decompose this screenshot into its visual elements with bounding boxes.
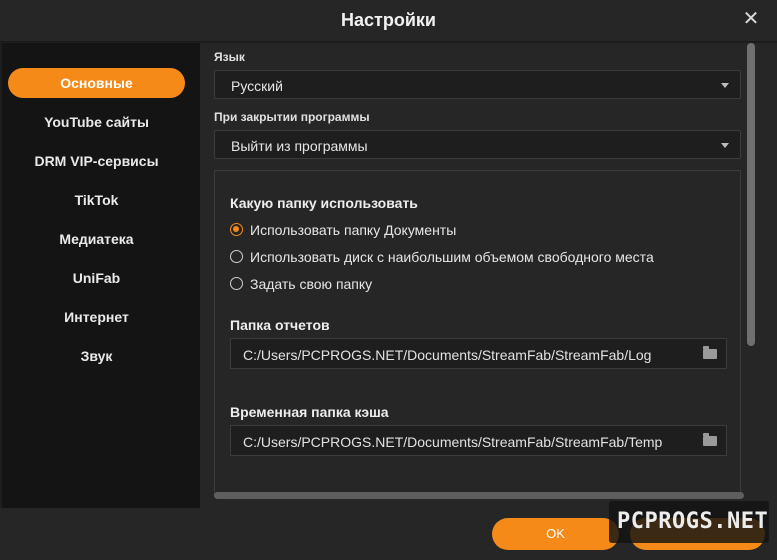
ok-button[interactable]: OK bbox=[492, 518, 619, 550]
radio-label: Использовать диск с наибольшим объемом с… bbox=[250, 249, 654, 265]
sidebar-item-unifab[interactable]: UniFab bbox=[8, 263, 185, 293]
on-close-value: Выйти из программы bbox=[231, 138, 368, 154]
language-value: Русский bbox=[231, 78, 283, 94]
settings-content: Язык Русский При закрытии программы Выйт… bbox=[200, 43, 777, 508]
on-close-select[interactable]: Выйти из программы bbox=[214, 130, 741, 159]
folder-settings-panel: Какую папку использовать Использовать па… bbox=[214, 170, 741, 497]
sidebar: Основные YouTube сайты DRM VIP-сервисы T… bbox=[2, 43, 200, 508]
sidebar-item-library[interactable]: Медиатека bbox=[8, 224, 185, 254]
vertical-scrollbar[interactable] bbox=[747, 43, 755, 346]
cache-folder-field[interactable]: C:/Users/PCPROGS.NET/Documents/StreamFab… bbox=[230, 425, 727, 456]
window-title: Настройки bbox=[341, 10, 436, 30]
log-folder-field[interactable]: C:/Users/PCPROGS.NET/Documents/StreamFab… bbox=[230, 338, 727, 369]
folder-choice-heading: Какую папку использовать bbox=[230, 195, 418, 211]
radio-label: Использовать папку Документы bbox=[250, 222, 457, 238]
chevron-down-icon bbox=[721, 83, 729, 88]
folder-icon[interactable] bbox=[703, 346, 717, 359]
radio-label: Задать свою папку bbox=[250, 276, 373, 292]
on-close-label: При закрытии программы bbox=[214, 110, 370, 124]
sidebar-item-tiktok[interactable]: TikTok bbox=[8, 185, 185, 215]
radio-unchecked-icon bbox=[230, 250, 243, 263]
radio-checked-icon bbox=[230, 223, 243, 236]
language-select[interactable]: Русский bbox=[214, 70, 741, 99]
horizontal-scrollbar[interactable] bbox=[214, 492, 744, 499]
log-folder-label: Папка отчетов bbox=[230, 317, 330, 333]
sidebar-item-sound[interactable]: Звук bbox=[8, 341, 185, 371]
title-bar: Настройки ✕ bbox=[0, 0, 777, 42]
watermark-text: PCPROGS.NET bbox=[617, 509, 769, 534]
watermark: PCPROGS.NET bbox=[609, 501, 769, 543]
log-folder-path: C:/Users/PCPROGS.NET/Documents/StreamFab… bbox=[243, 347, 652, 363]
cache-folder-label: Временная папка кэша bbox=[230, 404, 389, 420]
language-label: Язык bbox=[214, 50, 245, 64]
close-icon[interactable]: ✕ bbox=[741, 9, 761, 29]
sidebar-item-youtube[interactable]: YouTube сайты bbox=[8, 107, 185, 137]
cache-folder-path: C:/Users/PCPROGS.NET/Documents/StreamFab… bbox=[243, 434, 663, 450]
folder-icon[interactable] bbox=[703, 433, 717, 446]
sidebar-item-internet[interactable]: Интернет bbox=[8, 302, 185, 332]
sidebar-item-drm-vip[interactable]: DRM VIP-сервисы bbox=[8, 146, 185, 176]
chevron-down-icon bbox=[721, 143, 729, 148]
radio-unchecked-icon bbox=[230, 277, 243, 290]
sidebar-item-general[interactable]: Основные bbox=[8, 68, 185, 98]
